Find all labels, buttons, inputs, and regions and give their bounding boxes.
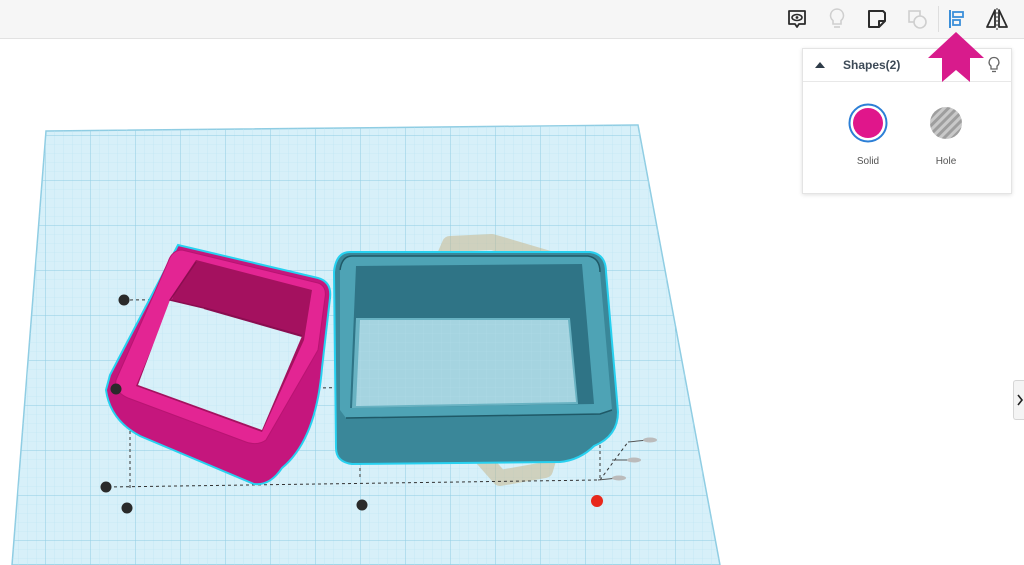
handle-bottom-left — [100, 481, 112, 493]
teal-box-shape[interactable] — [332, 251, 620, 466]
group-button[interactable] — [900, 4, 934, 34]
align-icon — [949, 10, 964, 28]
top-toolbar — [0, 0, 1024, 39]
solid-swatch[interactable] — [848, 103, 888, 143]
handle-top-left — [118, 294, 130, 306]
handle-bottom-left-2 — [121, 502, 133, 514]
mirror-button[interactable] — [980, 4, 1014, 34]
hole-swatch[interactable] — [926, 103, 966, 143]
lightbulb-icon[interactable] — [987, 56, 1001, 74]
handle-left — [110, 383, 122, 395]
align-button[interactable] — [940, 4, 974, 34]
handle-bottom-right — [591, 495, 603, 507]
chevron-right-icon — [1016, 394, 1023, 406]
note-button[interactable] — [860, 4, 894, 34]
lightbulb-icon — [829, 8, 845, 28]
group-icon — [908, 10, 927, 29]
mirror-icon — [986, 8, 1008, 30]
inspector-title: Shapes(2) — [843, 58, 901, 72]
handle-bottom-mid — [356, 499, 368, 511]
lightbulb-button[interactable] — [820, 4, 854, 34]
toolbar-divider — [938, 6, 939, 32]
hole-label: Hole — [935, 156, 957, 167]
note-icon — [868, 10, 886, 28]
view-toggle-icon — [788, 10, 806, 28]
hole-option[interactable]: Hole — [916, 103, 976, 167]
view-toggle-button[interactable] — [780, 4, 814, 34]
solid-option[interactable]: Solid — [838, 103, 898, 167]
side-panel-toggle[interactable] — [1013, 380, 1024, 420]
collapse-triangle-icon[interactable] — [813, 58, 827, 72]
solid-label: Solid — [856, 156, 880, 167]
pointer-arrow-icon — [928, 32, 984, 82]
